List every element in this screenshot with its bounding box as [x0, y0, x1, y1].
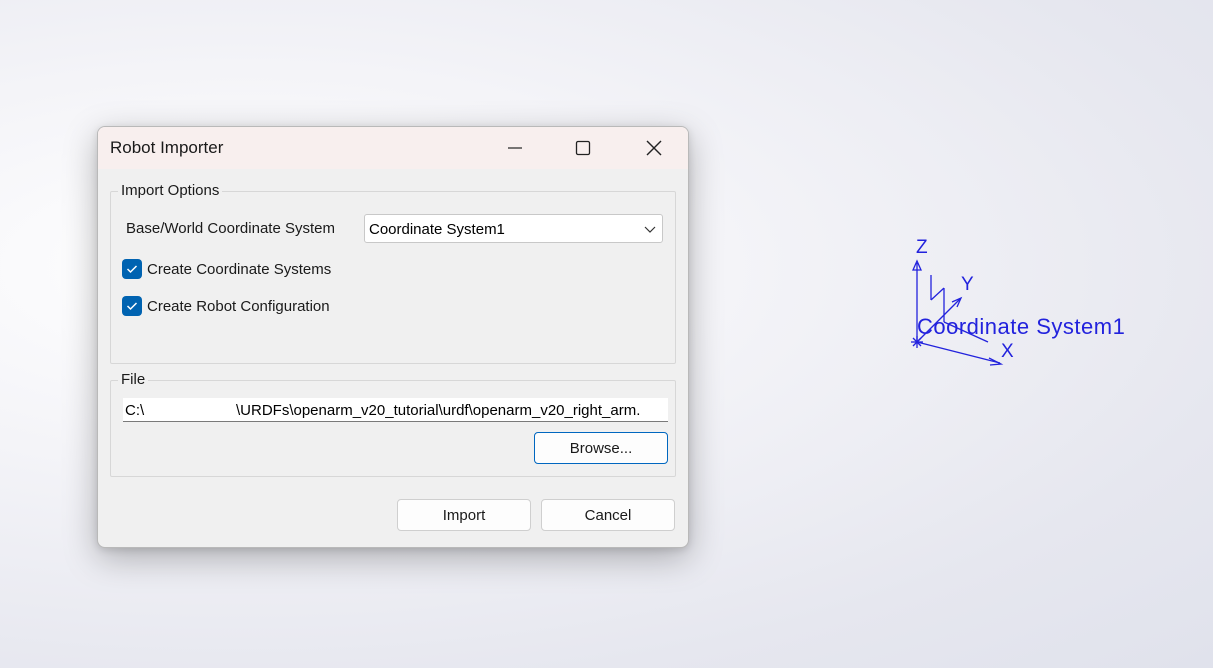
close-icon: [646, 140, 662, 156]
chevron-down-icon: [644, 226, 656, 233]
import-options-legend: Import Options: [118, 182, 223, 199]
import-button[interactable]: Import: [397, 499, 531, 531]
select-value: Coordinate System1: [369, 221, 505, 238]
base-coordinate-system-label: Base/World Coordinate System: [126, 220, 335, 237]
x-axis-label: X: [1001, 341, 1014, 362]
create-coordinate-systems-label: Create Coordinate Systems: [147, 260, 332, 278]
create-robot-configuration-checkbox[interactable]: Create Robot Configuration: [122, 296, 330, 316]
minimize-icon: [508, 147, 522, 149]
maximize-button[interactable]: [560, 127, 606, 169]
create-coordinate-systems-checkbox[interactable]: Create Coordinate Systems: [122, 259, 331, 279]
browse-button[interactable]: Browse...: [534, 432, 668, 464]
file-path-text: \URDFs\openarm_v20_tutorial\urdf\openarm…: [236, 402, 641, 419]
robot-importer-dialog: Robot Importer Import Options Base/World…: [97, 126, 689, 548]
checkbox-box[interactable]: [122, 259, 142, 279]
maximize-icon: [575, 140, 591, 156]
dialog-title: Robot Importer: [110, 138, 224, 157]
cancel-button[interactable]: Cancel: [541, 499, 675, 531]
checkbox-box[interactable]: [122, 296, 142, 316]
z-axis-label: Z: [916, 237, 928, 258]
checkmark-icon: [126, 302, 138, 311]
coordinate-system-triad[interactable]: Z Y X Coordinate System1: [900, 230, 1160, 370]
checkmark-icon: [126, 265, 138, 274]
file-path-drive: C:\: [125, 402, 145, 419]
close-button[interactable]: [631, 127, 677, 169]
base-coordinate-system-select[interactable]: Coordinate System1: [364, 214, 663, 243]
file-path-input[interactable]: C:\ \URDFs\openarm_v20_tutorial\urdf\open…: [123, 398, 668, 422]
triad-axes: [911, 259, 1004, 366]
create-robot-configuration-label: Create Robot Configuration: [147, 297, 330, 315]
y-axis-label: Y: [961, 274, 974, 295]
coordinate-system-name[interactable]: Coordinate System1: [917, 314, 1125, 340]
minimize-button[interactable]: [492, 127, 538, 169]
file-legend: File: [118, 371, 149, 388]
title-bar[interactable]: Robot Importer: [98, 127, 688, 169]
